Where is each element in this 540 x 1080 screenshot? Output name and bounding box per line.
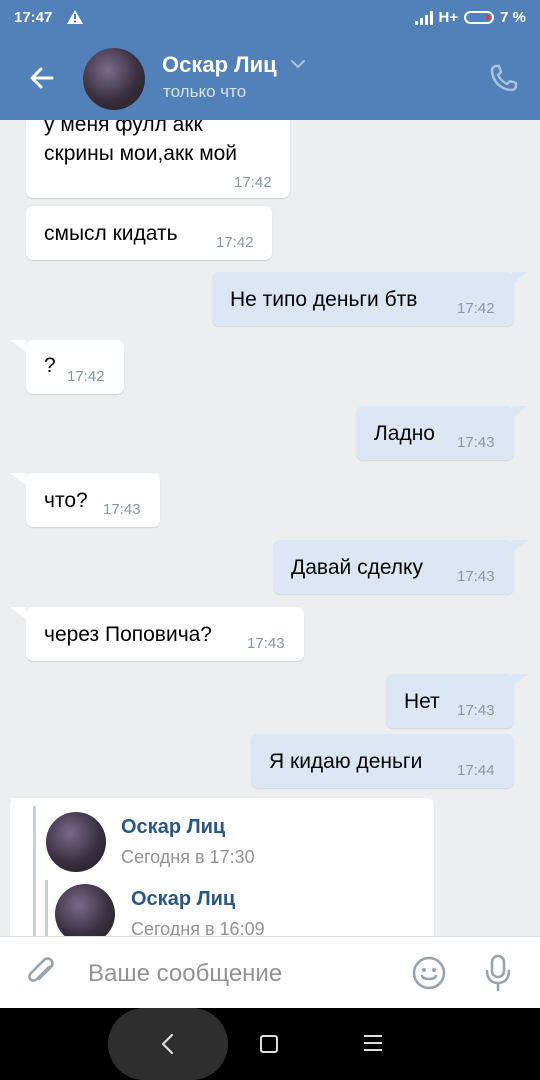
message-bubble-incoming[interactable]: смысл кидать 17:42: [26, 206, 272, 260]
bubble-tail: [512, 540, 528, 552]
message-bubble-outgoing[interactable]: Не типо деньги бтв 17:42: [212, 272, 514, 326]
warning-icon: [66, 9, 84, 29]
forwarded-date: Сегодня в 16:09: [131, 919, 265, 936]
message-text: что?: [44, 489, 88, 512]
status-bar: 17:47 H+ 7 %: [0, 0, 540, 36]
message-time: 17:44: [457, 762, 495, 779]
message-time: 17:43: [457, 434, 495, 451]
message-list[interactable]: у меня фулл акк скрины мои,акк мой 17:42…: [0, 120, 540, 936]
avatar[interactable]: [83, 48, 145, 110]
bubble-tail: [10, 798, 26, 810]
message-bubble-incoming[interactable]: что? 17:43: [26, 473, 160, 527]
message-bubble-outgoing[interactable]: Нет 17:43: [386, 674, 514, 728]
attach-clip-icon[interactable]: [24, 955, 60, 991]
message-time: 17:43: [457, 702, 495, 719]
message-text: смысл кидать: [44, 222, 178, 245]
message-text: Ладно: [374, 422, 435, 445]
nav-menu-button[interactable]: [364, 1035, 382, 1053]
message-text: Не типо деньги бтв: [230, 288, 418, 311]
message-bubble-incoming[interactable]: у меня фулл акк скрины мои,акк мой 17:42: [26, 120, 290, 198]
bubble-tail: [10, 473, 26, 485]
contact-status: только что: [163, 82, 247, 101]
message-text: ?: [44, 354, 56, 377]
status-indicators: H+ 7 %: [414, 9, 526, 26]
bubble-tail: [512, 674, 528, 686]
message-text: Я кидаю деньги: [269, 750, 423, 773]
message-text: у меня фулл акк: [44, 120, 203, 136]
signal-icon: [414, 10, 433, 25]
smile-icon[interactable]: [411, 955, 447, 991]
message-bubble-outgoing[interactable]: Ладно 17:43: [356, 406, 514, 460]
bubble-tail: [10, 340, 26, 352]
message-time: 17:42: [216, 234, 254, 251]
message-time: 17:42: [234, 174, 272, 191]
message-time: 17:42: [457, 300, 495, 317]
message-composer: [0, 936, 540, 1008]
battery-percent: 7 %: [500, 9, 526, 26]
chevron-down-icon[interactable]: [290, 56, 306, 74]
message-bubble-outgoing[interactable]: Я кидаю деньги 17:44: [251, 734, 514, 788]
message-bubble-incoming[interactable]: через Поповича? 17:43: [26, 607, 304, 661]
message-time: 17:43: [247, 635, 285, 652]
chat-header: Оскар Лиц только что: [0, 36, 540, 120]
message-text: через Поповича?: [44, 623, 212, 646]
message-text: скрины мои,акк мой: [44, 142, 238, 165]
bubble-tail: [512, 406, 528, 418]
back-arrow-icon[interactable]: [24, 60, 60, 96]
network-type: H+: [438, 9, 459, 26]
forwarded-author-name[interactable]: Оскар Лиц: [121, 816, 225, 839]
system-nav-bar: [0, 1008, 540, 1080]
forwarded-message[interactable]: Оскар Лиц Сегодня в 17:30 Оскар Лиц Сего…: [10, 798, 434, 936]
nav-back-button[interactable]: [108, 1008, 228, 1080]
message-text: Давай сделку: [291, 556, 423, 579]
nav-home-button[interactable]: [260, 1035, 278, 1053]
battery-icon: [464, 11, 495, 24]
bubble-tail: [512, 272, 528, 284]
forward-indicator-line: [45, 880, 48, 936]
contact-name[interactable]: Оскар Лиц: [162, 52, 277, 78]
avatar[interactable]: [46, 812, 106, 872]
forwarded-author-name[interactable]: Оскар Лиц: [131, 888, 235, 911]
message-bubble-incoming[interactable]: ? 17:42: [26, 340, 124, 394]
message-time: 17:42: [67, 368, 105, 385]
forward-indicator-line: [33, 806, 36, 936]
message-time: 17:43: [457, 568, 495, 585]
message-bubble-outgoing[interactable]: Давай сделку 17:43: [273, 540, 514, 594]
bubble-tail: [10, 607, 26, 619]
microphone-icon[interactable]: [482, 953, 514, 993]
status-time: 17:47: [14, 9, 53, 26]
message-time: 17:43: [103, 501, 141, 518]
forwarded-date: Сегодня в 17:30: [121, 847, 255, 867]
message-text: Нет: [404, 690, 440, 713]
phone-icon[interactable]: [488, 62, 520, 94]
message-input[interactable]: [86, 955, 390, 993]
avatar[interactable]: [55, 884, 115, 936]
